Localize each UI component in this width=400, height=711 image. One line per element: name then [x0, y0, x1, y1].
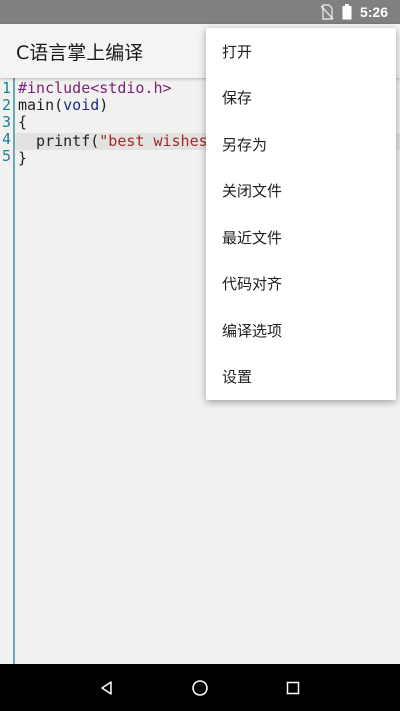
code-line[interactable]: { — [18, 114, 27, 131]
code-token: ) — [99, 96, 109, 114]
code-token: main( — [18, 96, 64, 114]
line-number: 5 — [1, 147, 12, 165]
code-line[interactable]: #include<stdio.h> — [18, 80, 172, 97]
string-token: "best wishes — [99, 132, 208, 150]
app-title: C语言掌上编译 — [16, 41, 144, 64]
menu-item-settings[interactable]: 设置 — [206, 354, 396, 401]
menu-item-label: 编译选项 — [222, 321, 283, 340]
no-sim-icon — [320, 4, 334, 20]
menu-item-close-file[interactable]: 关闭文件 — [206, 168, 396, 215]
code-token: } — [18, 149, 28, 167]
menu-item-compile-options[interactable]: 编译选项 — [206, 307, 396, 354]
home-icon[interactable] — [180, 668, 220, 708]
app-screen: 5:26 C语言掌上编译 1 2 3 4 5 #include<stdio.h>… — [0, 0, 400, 711]
code-line[interactable]: main(void) — [18, 97, 108, 114]
menu-item-label: 保存 — [222, 89, 253, 108]
code-line[interactable]: } — [18, 150, 27, 167]
navigation-bar — [0, 664, 400, 711]
menu-item-label: 最近文件 — [222, 228, 283, 247]
line-number-gutter: 1 2 3 4 5 — [0, 78, 15, 664]
status-time: 5:26 — [359, 4, 388, 20]
recents-icon[interactable] — [273, 668, 313, 708]
menu-item-label: 关闭文件 — [222, 182, 283, 201]
overflow-menu: 打开 保存 另存为 关闭文件 最近文件 代码对齐 编译选项 设置 — [206, 28, 396, 400]
line-number: 1 — [1, 79, 12, 97]
menu-item-label: 设置 — [222, 368, 253, 387]
menu-item-save[interactable]: 保存 — [206, 75, 396, 122]
keyword-token: void — [63, 96, 100, 114]
code-token: printf( — [18, 132, 100, 150]
menu-item-label: 打开 — [222, 42, 253, 61]
line-number: 3 — [1, 113, 12, 131]
line-number: 4 — [1, 130, 12, 148]
line-number: 2 — [1, 96, 12, 114]
menu-item-open[interactable]: 打开 — [206, 28, 396, 75]
menu-item-label: 另存为 — [222, 135, 268, 154]
code-token: { — [18, 113, 28, 131]
battery-icon — [342, 4, 352, 20]
preprocessor-token: #include<stdio.h> — [18, 79, 172, 97]
menu-item-label: 代码对齐 — [222, 275, 283, 294]
status-bar: 5:26 — [0, 0, 400, 24]
menu-item-recent-files[interactable]: 最近文件 — [206, 214, 396, 261]
menu-item-format-code[interactable]: 代码对齐 — [206, 261, 396, 308]
code-line[interactable]: printf("best wishes — [18, 133, 208, 150]
back-icon[interactable] — [87, 668, 127, 708]
menu-item-save-as[interactable]: 另存为 — [206, 121, 396, 168]
